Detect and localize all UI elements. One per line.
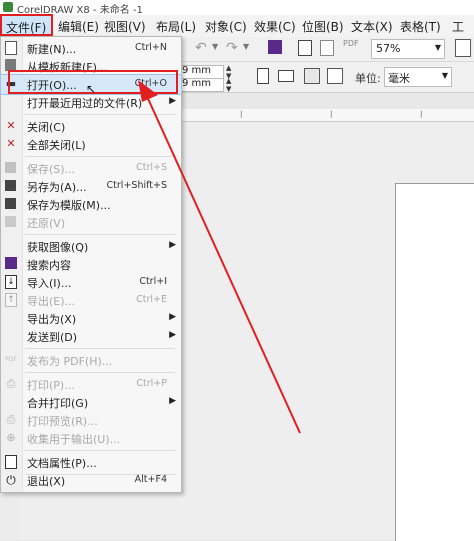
annotation-arrow: [138, 80, 301, 434]
annotation-arrow-line: [144, 91, 301, 434]
mouse-cursor-icon: ↖: [86, 82, 97, 96]
annotation-arrowhead: [138, 80, 158, 102]
